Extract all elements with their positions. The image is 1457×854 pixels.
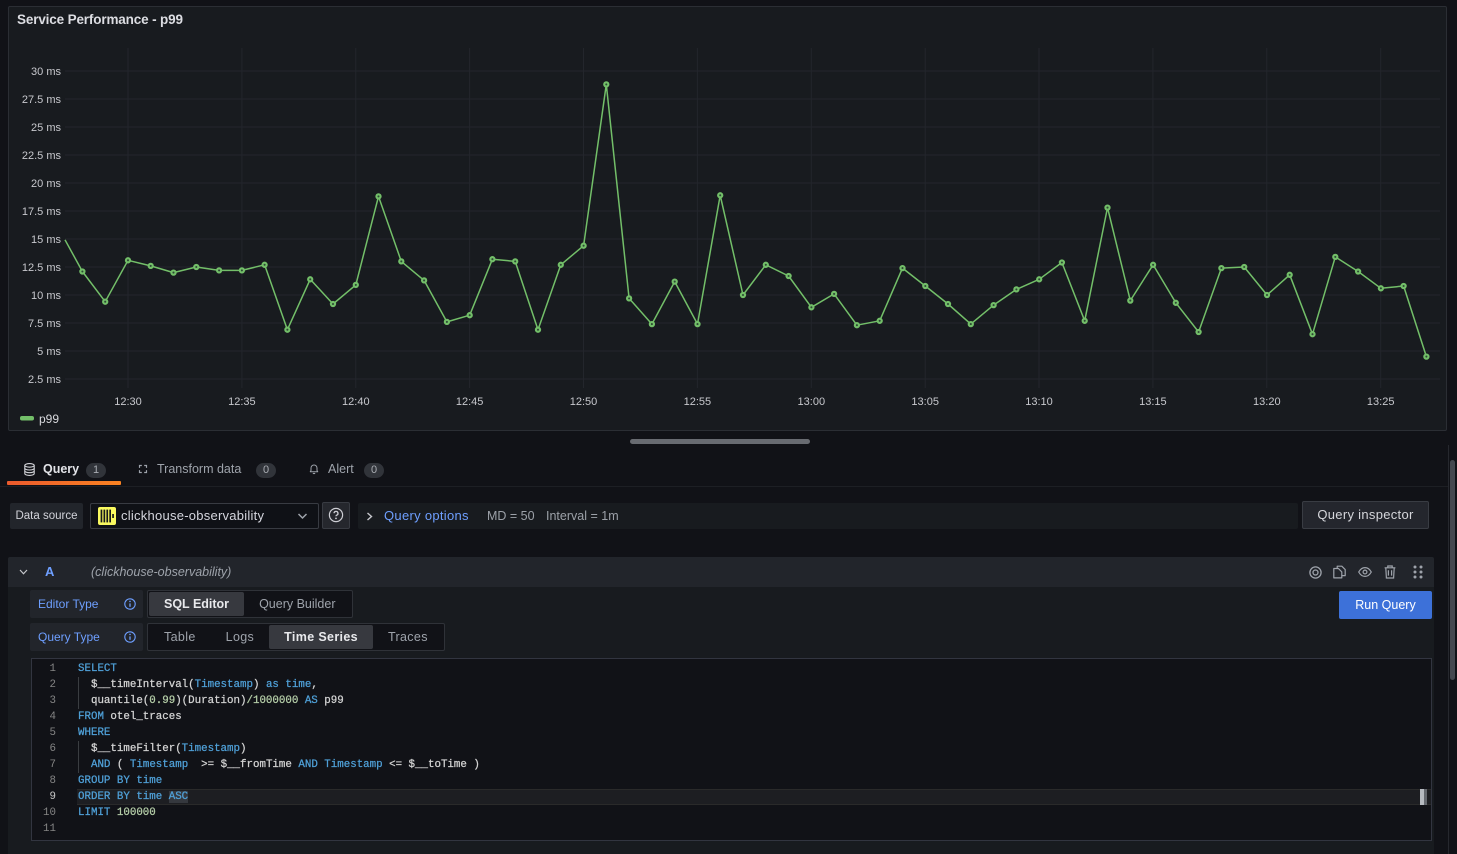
svg-text:30 ms: 30 ms: [31, 66, 61, 78]
svg-text:13:00: 13:00: [798, 396, 826, 408]
svg-text:12:30: 12:30: [114, 396, 142, 408]
svg-text:15 ms: 15 ms: [31, 234, 61, 246]
svg-text:13:10: 13:10: [1025, 396, 1053, 408]
svg-text:7.5 ms: 7.5 ms: [28, 318, 62, 330]
svg-text:12:35: 12:35: [228, 396, 256, 408]
svg-text:27.5 ms: 27.5 ms: [22, 94, 62, 106]
svg-text:12:45: 12:45: [456, 396, 484, 408]
svg-text:2.5 ms: 2.5 ms: [28, 374, 62, 386]
svg-text:5 ms: 5 ms: [37, 346, 61, 358]
svg-text:10 ms: 10 ms: [31, 290, 61, 302]
svg-text:20 ms: 20 ms: [31, 178, 61, 190]
svg-text:12:40: 12:40: [342, 396, 370, 408]
svg-text:p99: p99: [39, 412, 59, 426]
svg-text:12.5 ms: 12.5 ms: [22, 262, 62, 274]
svg-text:22.5 ms: 22.5 ms: [22, 150, 62, 162]
svg-text:12:55: 12:55: [684, 396, 712, 408]
svg-text:13:20: 13:20: [1253, 396, 1281, 408]
svg-text:17.5 ms: 17.5 ms: [22, 206, 62, 218]
svg-text:25 ms: 25 ms: [31, 122, 61, 134]
svg-text:13:25: 13:25: [1367, 396, 1395, 408]
svg-text:12:50: 12:50: [570, 396, 598, 408]
svg-text:13:05: 13:05: [911, 396, 939, 408]
svg-text:13:15: 13:15: [1139, 396, 1167, 408]
